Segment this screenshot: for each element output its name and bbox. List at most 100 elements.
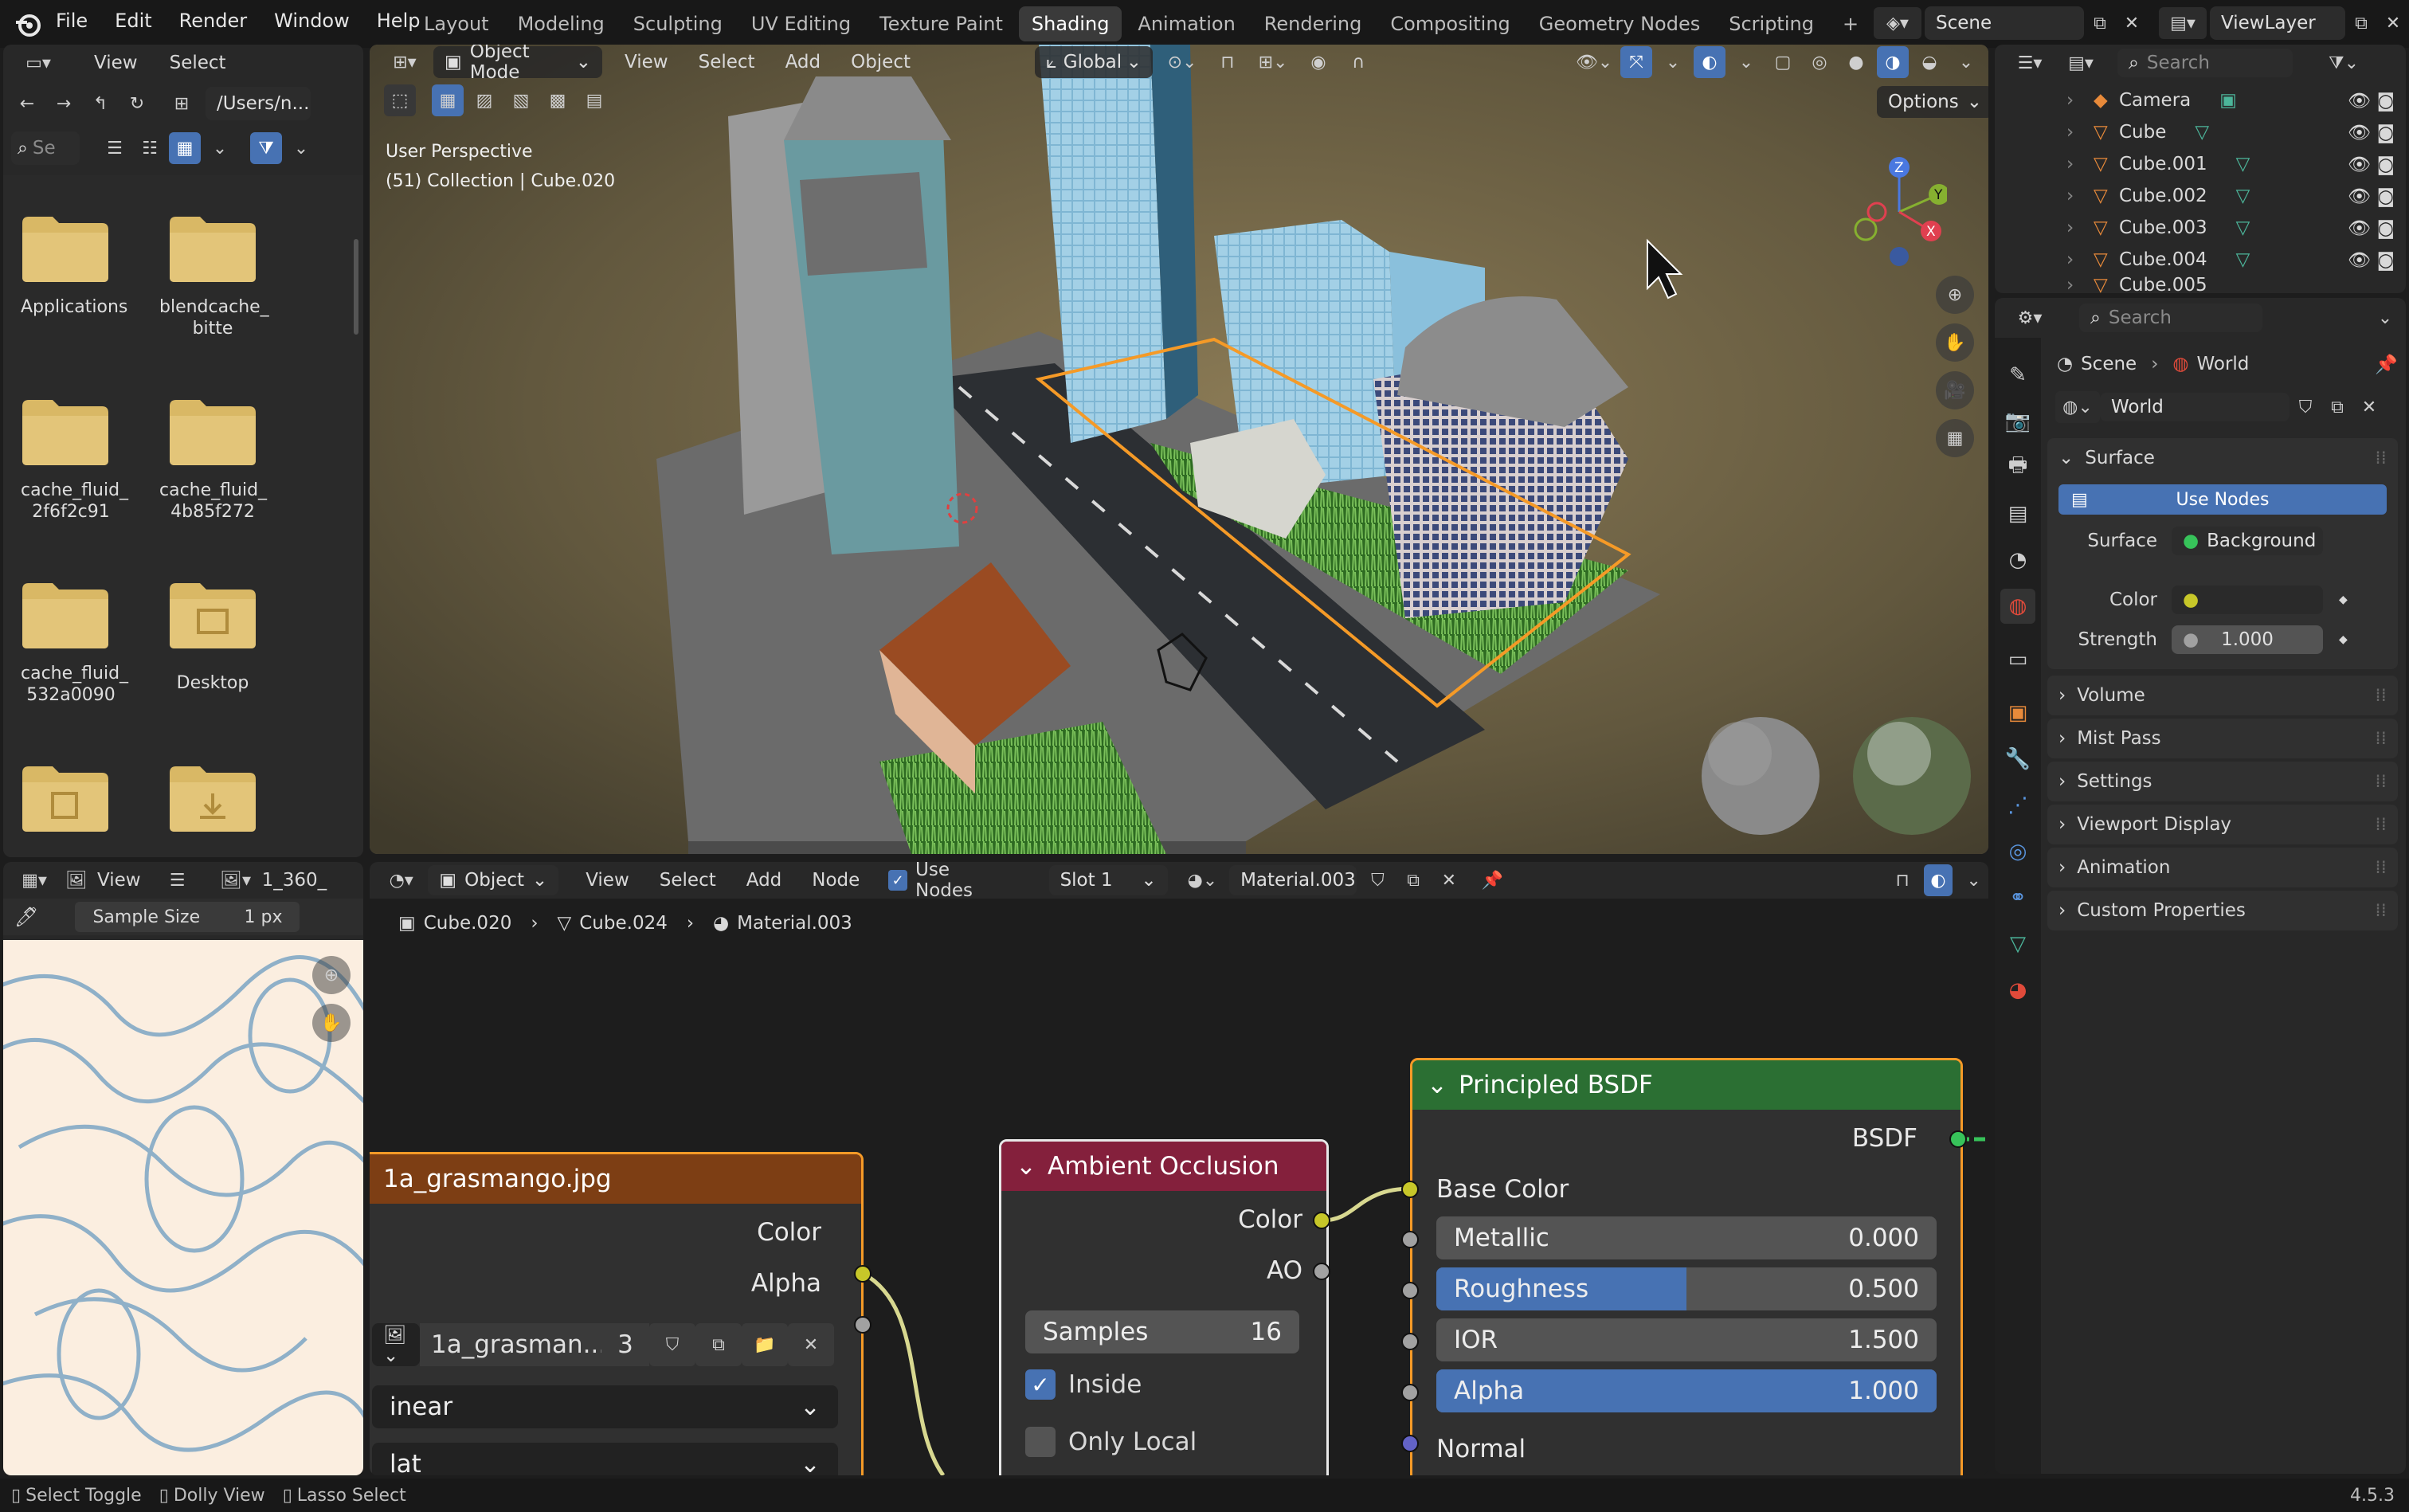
samples-field[interactable]: Samples 16: [1025, 1310, 1299, 1353]
select-tool-icon[interactable]: ⬚: [384, 84, 416, 116]
inside-checkbox[interactable]: ✓ Inside: [1025, 1369, 1142, 1400]
particles-tab-icon[interactable]: ⋰: [2000, 788, 2035, 823]
delete-viewlayer-icon[interactable]: ✕: [2377, 7, 2409, 39]
snap-toggle-icon[interactable]: ⊓: [1212, 46, 1244, 78]
fb-menu-select[interactable]: Select: [170, 53, 226, 73]
back-arrow-icon[interactable]: ←: [11, 88, 43, 119]
zoom-icon[interactable]: ⊕: [1936, 276, 1974, 314]
tab-geometry-nodes[interactable]: Geometry Nodes: [1526, 6, 1713, 41]
documents-folder-icon[interactable]: [21, 760, 110, 833]
render-tab-icon[interactable]: 📷: [2000, 404, 2035, 439]
outliner-row-camera[interactable]: › ◆ Camera ▣ 👁 ◙: [1995, 84, 2406, 116]
delete-scene-icon[interactable]: ✕: [2116, 7, 2148, 39]
xray-icon[interactable]: ▢: [1767, 46, 1799, 78]
surface-shader-dropdown[interactable]: ● Background: [2172, 527, 2323, 555]
unlink-world-icon[interactable]: ✕: [2353, 391, 2385, 423]
node-title[interactable]: 1a_grasmango.jpg: [370, 1154, 861, 1204]
panel-viewport-display[interactable]: › Viewport Display ⁞⁞: [2047, 805, 2398, 844]
collection-tab-icon[interactable]: ▭: [2000, 642, 2035, 677]
gizmo-chevron-icon[interactable]: ⌄: [1657, 46, 1689, 78]
fake-user-shield-icon[interactable]: ⛉: [649, 1323, 695, 1366]
vp-menu-view[interactable]: View: [625, 52, 668, 72]
3d-viewport[interactable]: ⊞▾ ▣ Object Mode ⌄ View Select Add Object …: [370, 45, 1988, 854]
proportional-editing-icon[interactable]: ◉: [1302, 46, 1334, 78]
viewlayer-icon[interactable]: ▤▾: [2159, 7, 2207, 39]
refresh-icon[interactable]: ↻: [121, 88, 153, 119]
wireframe-shading-icon[interactable]: ◎: [1804, 46, 1835, 78]
new-folder-icon[interactable]: ⊞: [166, 88, 198, 119]
menu-render[interactable]: Render: [179, 10, 247, 32]
node-editor[interactable]: ◔▾ ▣ Object ⌄ View Select Add Node ✓ Use No…: [370, 862, 1988, 1475]
ao-ao-output-socket[interactable]: [1313, 1263, 1330, 1280]
projection-dropdown[interactable]: lat ⌄: [372, 1443, 838, 1475]
ambient-occlusion-node[interactable]: ⌄ Ambient Occlusion Color AO Samples 16 ✓ I…: [999, 1139, 1329, 1475]
pan-hand-icon[interactable]: ✋: [312, 1004, 351, 1042]
editor-type-icon[interactable]: ☰▾: [2007, 47, 2052, 79]
new-scene-icon[interactable]: ⧉: [2084, 7, 2116, 39]
material-shading-icon[interactable]: ◑: [1877, 46, 1909, 78]
outliner-row-cube[interactable]: › ▽ Cube ▽ 👁 ◙: [1995, 116, 2406, 148]
panel-mist-pass[interactable]: › Mist Pass ⁞⁞: [2047, 719, 2398, 758]
select-box-invert-icon[interactable]: ▩: [542, 84, 574, 116]
ior-input-socket[interactable]: [1401, 1333, 1419, 1350]
modifier-tab-icon[interactable]: 🔧: [2000, 742, 2035, 777]
camera-view-icon[interactable]: 🎥: [1936, 371, 1974, 409]
fb-scrollbar[interactable]: [354, 239, 358, 335]
pin-icon[interactable]: 📌: [2375, 354, 2398, 375]
tab-texture-paint[interactable]: Texture Paint: [867, 6, 1016, 41]
pivot-point-icon[interactable]: ⊙⌄: [1161, 46, 1204, 78]
filter-chevron-icon[interactable]: ⌄: [285, 132, 317, 164]
select-box-new-icon[interactable]: ▦: [432, 84, 464, 116]
data-tab-icon[interactable]: ▽: [2000, 926, 2035, 962]
options-dropdown[interactable]: Options ⌄: [1877, 86, 1988, 118]
sample-size-field[interactable]: Sample Size 1 px: [75, 902, 300, 932]
menu-window[interactable]: Window: [274, 10, 350, 32]
filter-icon[interactable]: ⧩⌄: [2321, 47, 2366, 79]
metallic-field[interactable]: Metallic 0.000: [1436, 1216, 1937, 1259]
file-item-applications[interactable]: Applications: [21, 210, 127, 318]
image-texture-node[interactable]: 1a_grasmango.jpg Color Alpha 🖼⌄ 1a_grasm…: [370, 1152, 864, 1475]
editor-type-icon[interactable]: ⊞▾: [384, 46, 425, 78]
tab-scripting[interactable]: Scripting: [1716, 6, 1827, 41]
world-browse-icon[interactable]: ◍⌄: [2055, 391, 2100, 423]
fb-menu-view[interactable]: View: [94, 53, 138, 73]
snap-target-icon[interactable]: ⊞⌄: [1252, 46, 1295, 78]
image-name-field[interactable]: 1a_grasman...: [420, 1323, 606, 1366]
outliner-row-cube-005[interactable]: › ▽ Cube.005: [1995, 276, 2406, 293]
principled-bsdf-node[interactable]: ⌄ Principled BSDF BSDF Base Color Metalli…: [1410, 1058, 1963, 1475]
roughness-input-socket[interactable]: [1401, 1282, 1419, 1299]
menu-file[interactable]: File: [56, 10, 88, 32]
hamburger-menu-icon[interactable]: ☰: [162, 864, 194, 896]
tab-compositing[interactable]: Compositing: [1377, 6, 1522, 41]
use-nodes-button[interactable]: ▤ Use Nodes: [2058, 484, 2387, 515]
file-item-cache-fluid-3[interactable]: cache_fluid_ 532a0090: [21, 577, 128, 706]
panel-volume[interactable]: › Volume ⁞⁞: [2047, 676, 2398, 715]
tab-modeling[interactable]: Modeling: [505, 6, 617, 41]
normal-input-socket[interactable]: [1401, 1435, 1419, 1452]
select-box-extend-icon[interactable]: ▨: [468, 84, 500, 116]
surface-panel-header[interactable]: ⌄ Surface ⁞⁞: [2047, 438, 2398, 478]
outliner-row-cube-002[interactable]: › ▽ Cube.002 ▽ 👁 ◙: [1995, 180, 2406, 212]
image-view-dropdown[interactable]: View: [97, 870, 141, 891]
thumbnails-icon[interactable]: ▦: [169, 132, 201, 164]
blender-logo-icon[interactable]: [14, 11, 41, 38]
file-item-cache-fluid-2[interactable]: cache_fluid_ 4b85f272: [159, 394, 267, 523]
image-browse-icon[interactable]: 🖼⌄: [372, 1323, 420, 1366]
image-view-icon[interactable]: 🖼: [61, 864, 92, 896]
panel-animation[interactable]: › Animation ⁞⁞: [2047, 848, 2398, 887]
file-item-blendcache[interactable]: blendcache_ bitte: [159, 210, 269, 339]
select-box-subtract-icon[interactable]: ▧: [505, 84, 537, 116]
scene-icon[interactable]: ◈▾: [1874, 7, 1921, 39]
physics-tab-icon[interactable]: ◎: [2000, 834, 2035, 869]
alpha-input-socket[interactable]: [1401, 1384, 1419, 1401]
visibility-eye-icon[interactable]: 👁⌄: [1573, 46, 1616, 78]
duplicate-image-icon[interactable]: ⧉: [695, 1323, 742, 1366]
pan-hand-icon[interactable]: ✋: [1936, 323, 1974, 362]
eyedropper-icon[interactable]: 🖊: [14, 906, 38, 928]
display-mode-icon[interactable]: ▤▾: [2058, 47, 2103, 79]
alpha-slider[interactable]: Alpha 1.000: [1436, 1369, 1937, 1412]
overlays-icon[interactable]: ◐: [1694, 46, 1725, 78]
tab-layout[interactable]: Layout: [411, 6, 502, 41]
gizmo-toggle-icon[interactable]: ⤧: [1620, 46, 1652, 78]
list-horizontal-icon[interactable]: ☷: [134, 132, 166, 164]
